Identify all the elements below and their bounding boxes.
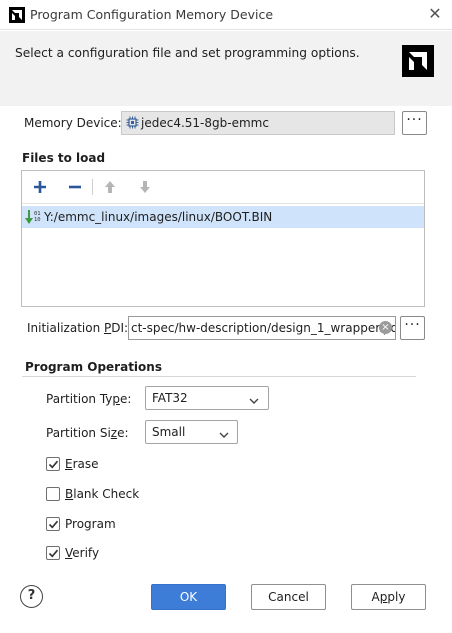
partition-size-label: Partition Size:	[46, 426, 129, 440]
memory-device-browse-button[interactable]: ···	[402, 111, 427, 135]
clear-icon[interactable]: ×	[379, 321, 392, 334]
init-pdi-browse-button[interactable]: ···	[400, 316, 425, 340]
chip-icon	[126, 116, 139, 129]
partition-type-select[interactable]: FAT32	[145, 386, 269, 410]
init-pdi-label: Initialization PDI:	[27, 321, 129, 335]
files-toolbar	[22, 173, 422, 203]
toolbar-separator	[92, 179, 93, 195]
file-path: Y:/emmc_linux/images/linux/BOOT.BIN	[44, 210, 273, 224]
init-pdi-input[interactable]: ct-spec/hw-description/design_1_wrapper.…	[128, 316, 396, 340]
amd-logo-icon	[402, 45, 434, 77]
program-operations-heading: Program Operations	[25, 360, 162, 374]
checkmark-icon	[48, 460, 59, 469]
window-title: Program Configuration Memory Device	[30, 7, 274, 22]
blank-check-checkbox[interactable]	[46, 487, 60, 501]
add-file-button[interactable]	[27, 173, 53, 201]
chevron-down-icon	[219, 428, 229, 438]
apply-button[interactable]: Apply	[351, 584, 426, 610]
section-divider	[22, 376, 416, 377]
init-pdi-value: ct-spec/hw-description/design_1_wrapper.…	[131, 321, 396, 335]
chevron-down-icon	[249, 394, 259, 404]
blank-check-label: Blank Check	[65, 487, 140, 501]
memory-device-label: Memory Device:	[24, 116, 122, 130]
binary-file-icon: 01 10	[24, 209, 42, 225]
toolbar-divider	[22, 203, 424, 204]
help-icon[interactable]: ?	[20, 585, 43, 608]
erase-checkbox[interactable]	[46, 457, 60, 471]
partition-size-value: Small	[152, 425, 186, 439]
svg-text:10: 10	[34, 217, 41, 223]
partition-type-value: FAT32	[152, 391, 188, 405]
cancel-button[interactable]: Cancel	[251, 584, 326, 610]
checkmark-icon	[48, 520, 59, 529]
ok-button[interactable]: OK	[151, 584, 226, 610]
move-down-icon[interactable]	[132, 173, 158, 201]
verify-label: Verify	[65, 546, 100, 560]
program-label: Program	[65, 517, 116, 531]
file-list-item[interactable]: 01 10 Y:/emmc_linux/images/linux/BOOT.BI…	[22, 206, 424, 228]
program-checkbox[interactable]	[46, 517, 60, 531]
memory-device-field[interactable]: jedec4.51-8gb-emmc	[121, 111, 395, 135]
partition-type-label: Partition Type:	[46, 392, 132, 406]
files-to-load-heading: Files to load	[22, 151, 106, 165]
verify-checkbox[interactable]	[46, 546, 60, 560]
dialog-subtitle: Select a configuration file and set prog…	[15, 46, 360, 60]
remove-file-button[interactable]	[62, 173, 88, 201]
partition-size-select[interactable]: Small	[145, 420, 238, 444]
close-icon[interactable]: ✕	[427, 5, 443, 23]
checkmark-icon	[48, 549, 59, 558]
app-logo-icon	[9, 7, 25, 23]
dialog-header	[0, 31, 452, 106]
memory-device-value: jedec4.51-8gb-emmc	[141, 116, 269, 130]
erase-label: Erase	[65, 457, 99, 471]
move-up-icon[interactable]	[97, 173, 123, 201]
